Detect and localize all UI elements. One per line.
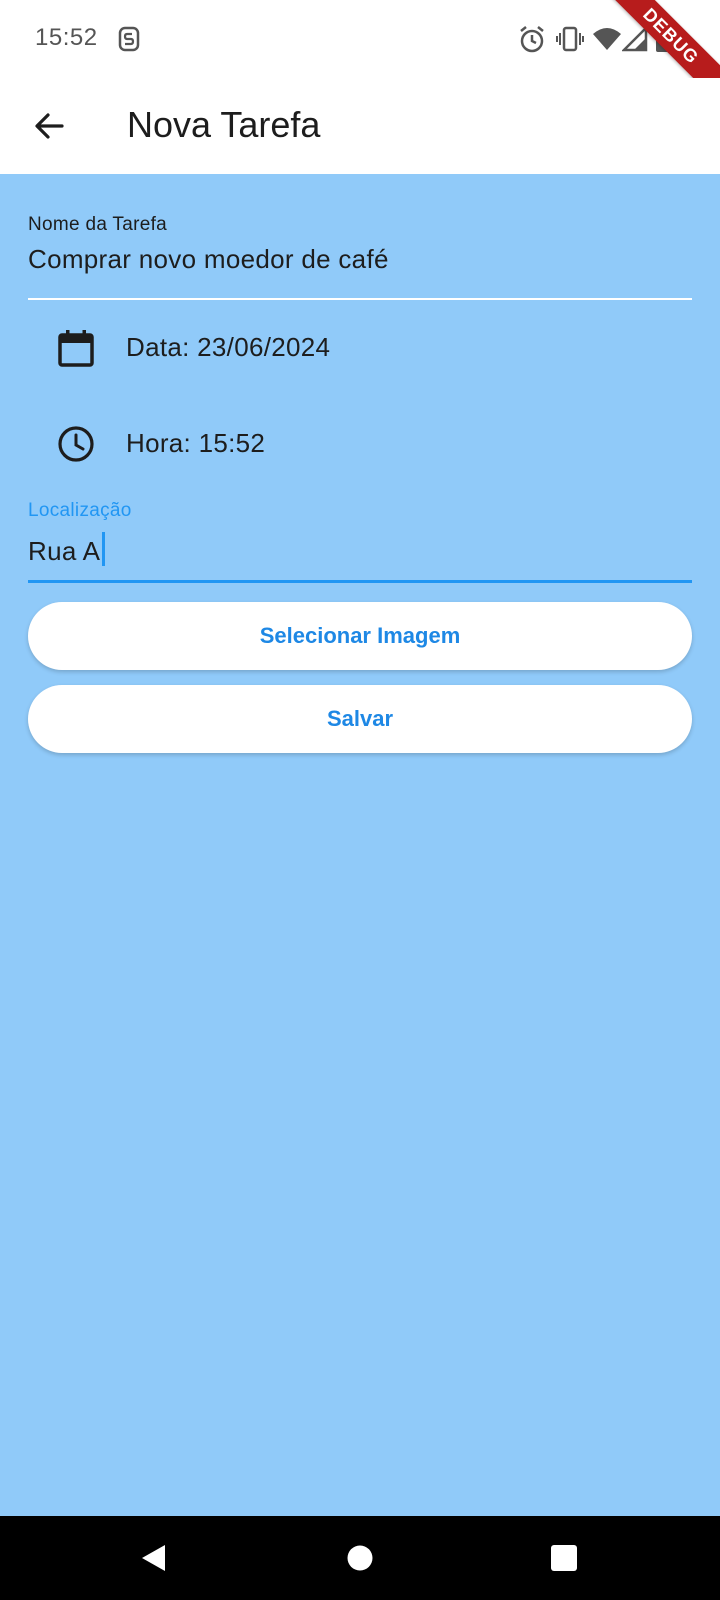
calendar-icon [58,330,94,367]
s-notification-icon [118,26,140,52]
date-picker-row[interactable]: Data: 23/06/2024 [28,318,692,378]
task-name-underline [28,298,692,300]
system-nav-bar [0,1516,720,1600]
text-cursor [102,532,106,566]
back-button[interactable] [22,98,78,154]
location-input[interactable]: Rua A [28,532,692,567]
task-name-label: Nome da Tarefa [28,214,168,235]
location-label: Localização [28,500,132,521]
select-image-button[interactable]: Selecionar Imagem [28,602,692,670]
status-time: 15:52 [35,24,98,51]
location-value: Rua A [28,536,101,566]
task-name-field[interactable]: Nome da Tarefa Comprar novo moedor de ca… [28,214,692,300]
wifi-icon [593,28,621,50]
task-form: Nome da Tarefa Comprar novo moedor de ca… [0,174,720,1516]
status-bar: 15:52 DEBUG [0,0,720,114]
arrow-back-icon [35,113,64,139]
location-underline-focused [28,580,692,583]
app-bar: Nova Tarefa [0,78,720,174]
date-text: Data: 23/06/2024 [126,332,331,362]
time-text: Hora: 15:52 [126,428,266,458]
vibrate-icon [556,26,584,52]
page-title: Nova Tarefa [127,104,321,145]
recents-square-icon[interactable] [548,1542,580,1574]
task-name-input[interactable]: Comprar novo moedor de café [28,244,692,275]
save-button[interactable]: Salvar [28,685,692,753]
time-picker-row[interactable]: Hora: 15:52 [28,414,692,474]
alarm-icon [520,26,544,53]
clock-icon [58,426,94,462]
back-triangle-icon[interactable] [138,1542,170,1574]
location-field[interactable]: Localização Rua A [28,500,692,583]
home-circle-icon[interactable] [344,1542,376,1574]
